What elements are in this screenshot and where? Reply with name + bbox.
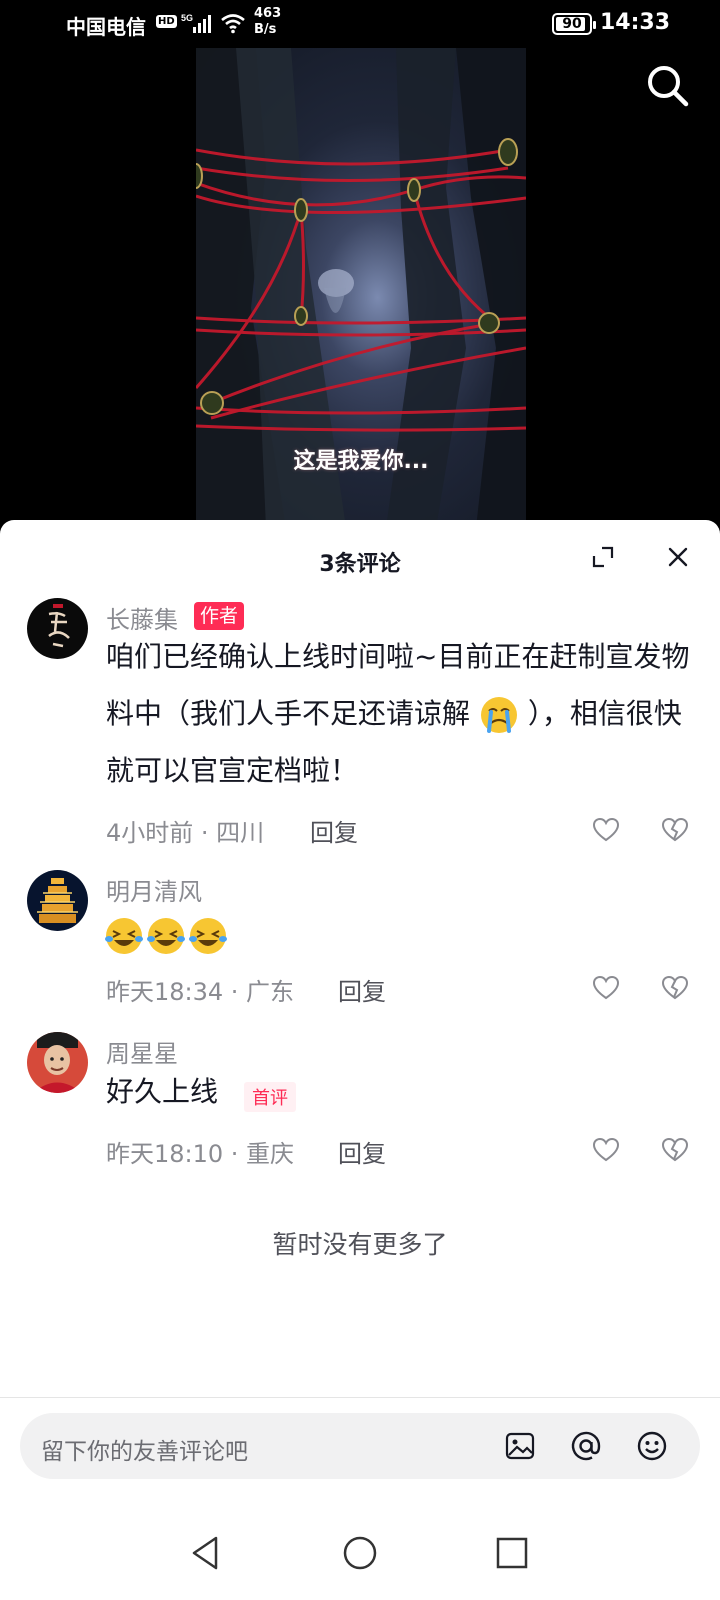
comment-time-location: 4小时前 · 四川 [106,819,265,847]
reply-button[interactable]: 回复 [338,972,386,1007]
svg-text:5G: 5G [181,13,193,23]
battery-indicator: 90 [552,13,596,35]
reply-button[interactable]: 回复 [338,1134,386,1169]
carrier-name: 中国电信 [66,15,146,39]
username[interactable]: 周星星 [106,1034,178,1069]
reply-button[interactable]: 回复 [310,813,358,848]
comments-panel: 3条评论 长藤集 作者 咱们已经确认上线时间啦~目前正在赶制宣发物料中（我们人手… [0,520,720,1600]
emoji-row [104,916,228,958]
battery-tip [593,21,596,29]
circle-home-icon[interactable] [340,1533,380,1573]
heart-icon[interactable] [592,816,620,844]
comment-input-bar: 留下你的友善评论吧 [0,1397,720,1513]
crying-face-icon [480,697,517,733]
comment-item: 长藤集 作者 咱们已经确认上线时间啦~目前正在赶制宣发物料中（我们人手不足还请谅… [0,598,720,858]
video-frame[interactable]: 这是我爱你... [196,48,526,528]
comment-time-location: 昨天18:34 · 广东 [106,978,295,1006]
comment-input[interactable]: 留下你的友善评论吧 [20,1413,700,1479]
wifi-icon [221,14,245,34]
status-bar: 中国电信 HD 5G 463 B/s 90 14:33 [0,0,720,48]
first-comment-badge: 首评 [244,1082,296,1112]
heart-icon[interactable] [592,974,620,1002]
search-icon[interactable] [644,62,692,110]
comment-time-location: 昨天18:10 · 重庆 [106,1140,295,1168]
broken-heart-icon[interactable] [661,1136,689,1164]
at-icon[interactable] [570,1430,602,1462]
system-nav-bar [0,1513,720,1600]
network-speed: 463 B/s [254,6,282,37]
triangle-back-icon[interactable] [186,1533,226,1573]
video-subtitle: 这是我爱你... [293,449,429,474]
heart-icon[interactable] [592,1136,620,1164]
author-badge: 作者 [194,602,245,630]
comment-text: 咱们已经确认上线时间啦~目前正在赶制宣发物料中（我们人手不足还请谅解 ），相信很… [106,640,690,787]
username[interactable]: 明月清风 [106,872,202,907]
avatar[interactable] [27,1032,88,1093]
no-more-comments: 暂时没有更多了 [272,1230,448,1259]
comment-item: 明月清风 昨天18:34 · 广东 回复 [0,870,720,1020]
avatar[interactable] [27,598,88,659]
video-player[interactable]: 这是我爱你... [0,48,720,528]
laughing-crying-face-icon [189,918,227,954]
square-recent-icon[interactable] [492,1533,532,1573]
close-icon[interactable] [665,544,691,570]
laughing-crying-face-icon [147,918,185,954]
battery-level: 90 [562,16,582,32]
avatar[interactable] [27,870,88,931]
comment-input-placeholder: 留下你的友善评论吧 [41,1439,248,1465]
signal-icon: 5G [181,13,211,33]
expand-icon[interactable] [590,544,616,570]
image-icon[interactable] [504,1430,536,1462]
broken-heart-icon[interactable] [661,816,689,844]
broken-heart-icon[interactable] [661,974,689,1002]
comment-text: 好久上线 [106,1075,219,1108]
hd-badge: HD [156,15,177,28]
laughing-crying-face-icon [105,918,143,954]
clock: 14:33 [600,10,671,35]
emoji-icon[interactable] [636,1430,668,1462]
comment-item: 周星星 好久上线 首评 昨天18:10 · 重庆 回复 [0,1032,720,1182]
